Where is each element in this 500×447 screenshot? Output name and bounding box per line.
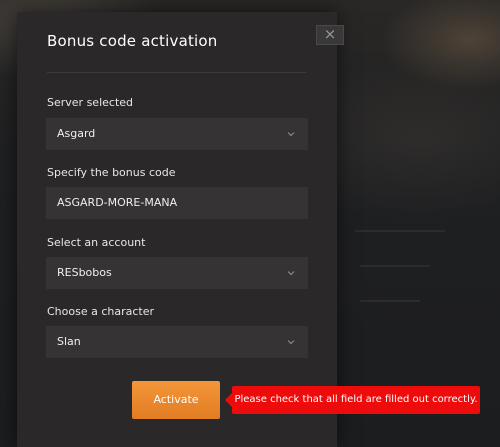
chevron-down-icon: [287, 271, 295, 276]
error-tooltip: Please check that all field are filled o…: [225, 386, 480, 414]
character-select-value: Slan: [57, 335, 81, 348]
account-select-value: RESbobos: [57, 266, 112, 279]
bonus-code-label: Specify the bonus code: [47, 166, 176, 179]
character-select[interactable]: Slan: [46, 326, 308, 358]
bonus-code-input[interactable]: ASGARD-MORE-MANA: [46, 187, 308, 219]
chevron-down-icon: [287, 340, 295, 345]
background-decoration: [355, 230, 445, 232]
activate-button[interactable]: Activate: [132, 381, 220, 419]
server-select[interactable]: Asgard: [46, 118, 308, 150]
background-decoration: [360, 300, 420, 302]
background-decoration: [360, 265, 430, 267]
account-select[interactable]: RESbobos: [46, 257, 308, 289]
title-divider: [47, 72, 306, 73]
error-message: Please check that all field are filled o…: [234, 394, 478, 405]
account-label: Select an account: [47, 236, 146, 249]
server-select-value: Asgard: [57, 127, 96, 140]
chevron-down-icon: [287, 132, 295, 137]
close-button[interactable]: ×: [316, 25, 344, 45]
bonus-code-dialog: × Bonus code activation Server selected …: [17, 12, 344, 447]
dialog-title: Bonus code activation: [47, 32, 218, 50]
character-label: Choose a character: [47, 305, 155, 318]
close-icon: ×: [323, 25, 337, 43]
tooltip-arrow: [225, 393, 232, 407]
bonus-code-input-value: ASGARD-MORE-MANA: [57, 196, 178, 209]
server-label: Server selected: [47, 96, 134, 109]
